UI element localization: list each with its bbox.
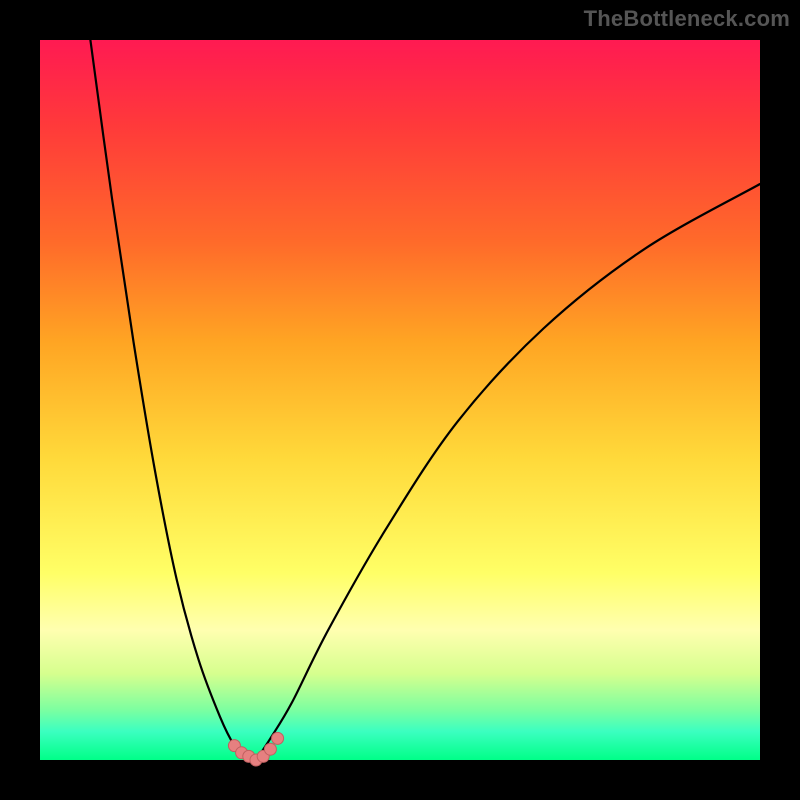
marker-point: [272, 732, 284, 744]
left-curve: [90, 40, 256, 760]
bottleneck-markers: [228, 732, 283, 766]
marker-point: [264, 743, 276, 755]
attribution-text: TheBottleneck.com: [584, 6, 790, 32]
right-curve: [256, 184, 760, 760]
plot-area: [40, 40, 760, 760]
curve-canvas: [40, 40, 760, 760]
figure-frame: TheBottleneck.com: [0, 0, 800, 800]
